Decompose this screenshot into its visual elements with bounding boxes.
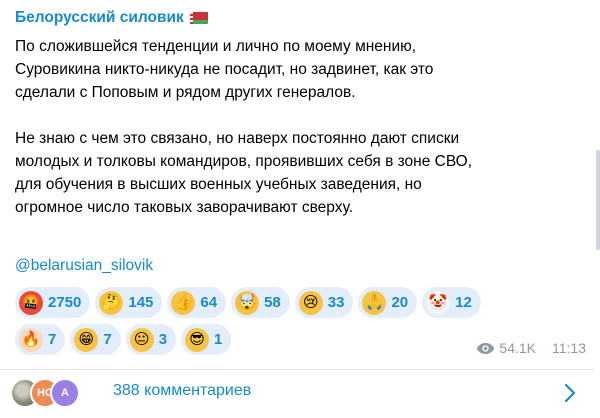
avatar: A [50, 378, 80, 408]
cursing-face-icon: 🤬 [19, 290, 43, 315]
grinning-face-icon: 😁 [74, 327, 99, 352]
reaction-chip[interactable]: 🤯 58 [231, 287, 290, 318]
reaction-count: 1 [214, 331, 223, 348]
message-meta: 54.1K 11:13 [476, 340, 586, 356]
message-line: Не знаю с чем это связано, но наверх пос… [15, 130, 460, 147]
scrollbar-thumb[interactable] [596, 150, 600, 250]
folded-hands-icon: 🙏 [362, 290, 387, 315]
commenter-avatars: НС A [10, 378, 100, 408]
reaction-count: 33 [327, 294, 345, 311]
belarus-flag-icon [189, 12, 208, 24]
reaction-count: 7 [103, 331, 112, 348]
message-line: По сложившейся тенденции и лично по моем… [15, 38, 417, 55]
crying-face-icon: 😢 [298, 290, 323, 315]
reaction-chip[interactable]: 😐 3 [125, 324, 177, 355]
message-text: По сложившейся тенденции и лично по моем… [15, 35, 590, 219]
reaction-chip[interactable]: 🙏 20 [358, 287, 418, 318]
channel-name-label[interactable]: Белорусский силовик [15, 9, 184, 27]
message-line: огромное число таковых заворачивают свер… [15, 199, 354, 216]
reaction-chip[interactable]: 🤡 12 [422, 287, 481, 318]
message-line: сделали с Поповым и рядом других генерал… [15, 84, 356, 101]
reaction-chip[interactable]: 😢 33 [294, 287, 354, 318]
exploding-head-icon: 🤯 [235, 290, 260, 315]
sunglasses-face-icon: 😎 [185, 327, 210, 352]
reaction-count: 58 [264, 294, 281, 311]
reactions-bar: 🤬 2750 🤔 145 👍 64 🤯 58 😢 33 🙏 20 🤡 12 🔥 7 😁 7 😐 3 😎 1 [15, 287, 535, 355]
clown-face-icon: 🤡 [426, 290, 451, 315]
reaction-chip[interactable]: 😁 7 [70, 324, 121, 355]
reaction-chip[interactable]: 👍 64 [167, 287, 227, 318]
message-line: Суровикина никто-никуда не посадит, но з… [15, 61, 434, 78]
thinking-face-icon: 🤔 [99, 290, 124, 315]
thumbs-up-icon: 👍 [171, 290, 196, 315]
reaction-count: 20 [391, 294, 409, 311]
reaction-count: 12 [455, 294, 472, 311]
view-count: 54.1K [499, 340, 536, 356]
reaction-count: 3 [158, 331, 168, 348]
eye-icon [477, 342, 495, 354]
comments-count-label[interactable]: 388 комментариев [113, 382, 251, 400]
fire-icon: 🔥 [19, 327, 43, 352]
reaction-chip[interactable]: 🤬 2750 [15, 287, 91, 318]
chevron-right-icon [564, 383, 576, 403]
channel-name[interactable]: Белорусский силовик [15, 9, 208, 27]
scrollbar[interactable] [594, 0, 600, 418]
reaction-count: 7 [48, 331, 57, 348]
comments-button[interactable]: НС A 388 комментариев [0, 370, 600, 418]
reaction-count: 64 [200, 294, 218, 311]
reaction-count: 2750 [48, 294, 82, 311]
message-paragraph: По сложившейся тенденции и лично по моем… [15, 35, 590, 104]
channel-mention-link[interactable]: @belarusian_silovik [15, 257, 153, 275]
reaction-chip[interactable]: 😎 1 [181, 324, 232, 355]
message-paragraph: Не знаю с чем это связано, но наверх пос… [15, 127, 590, 219]
reaction-chip[interactable]: 🔥 7 [15, 324, 66, 355]
channel-post: Белорусский силовик По сложившейся тенде… [0, 0, 600, 418]
reaction-count: 145 [128, 294, 154, 311]
message-line: молодых и толковы командиров, проявивших… [15, 153, 473, 170]
reaction-chip[interactable]: 🤔 145 [95, 287, 163, 318]
neutral-face-icon: 😐 [129, 327, 154, 352]
message-time: 11:13 [552, 340, 586, 356]
message-line: для обучения в высших военных учебных за… [15, 176, 422, 193]
